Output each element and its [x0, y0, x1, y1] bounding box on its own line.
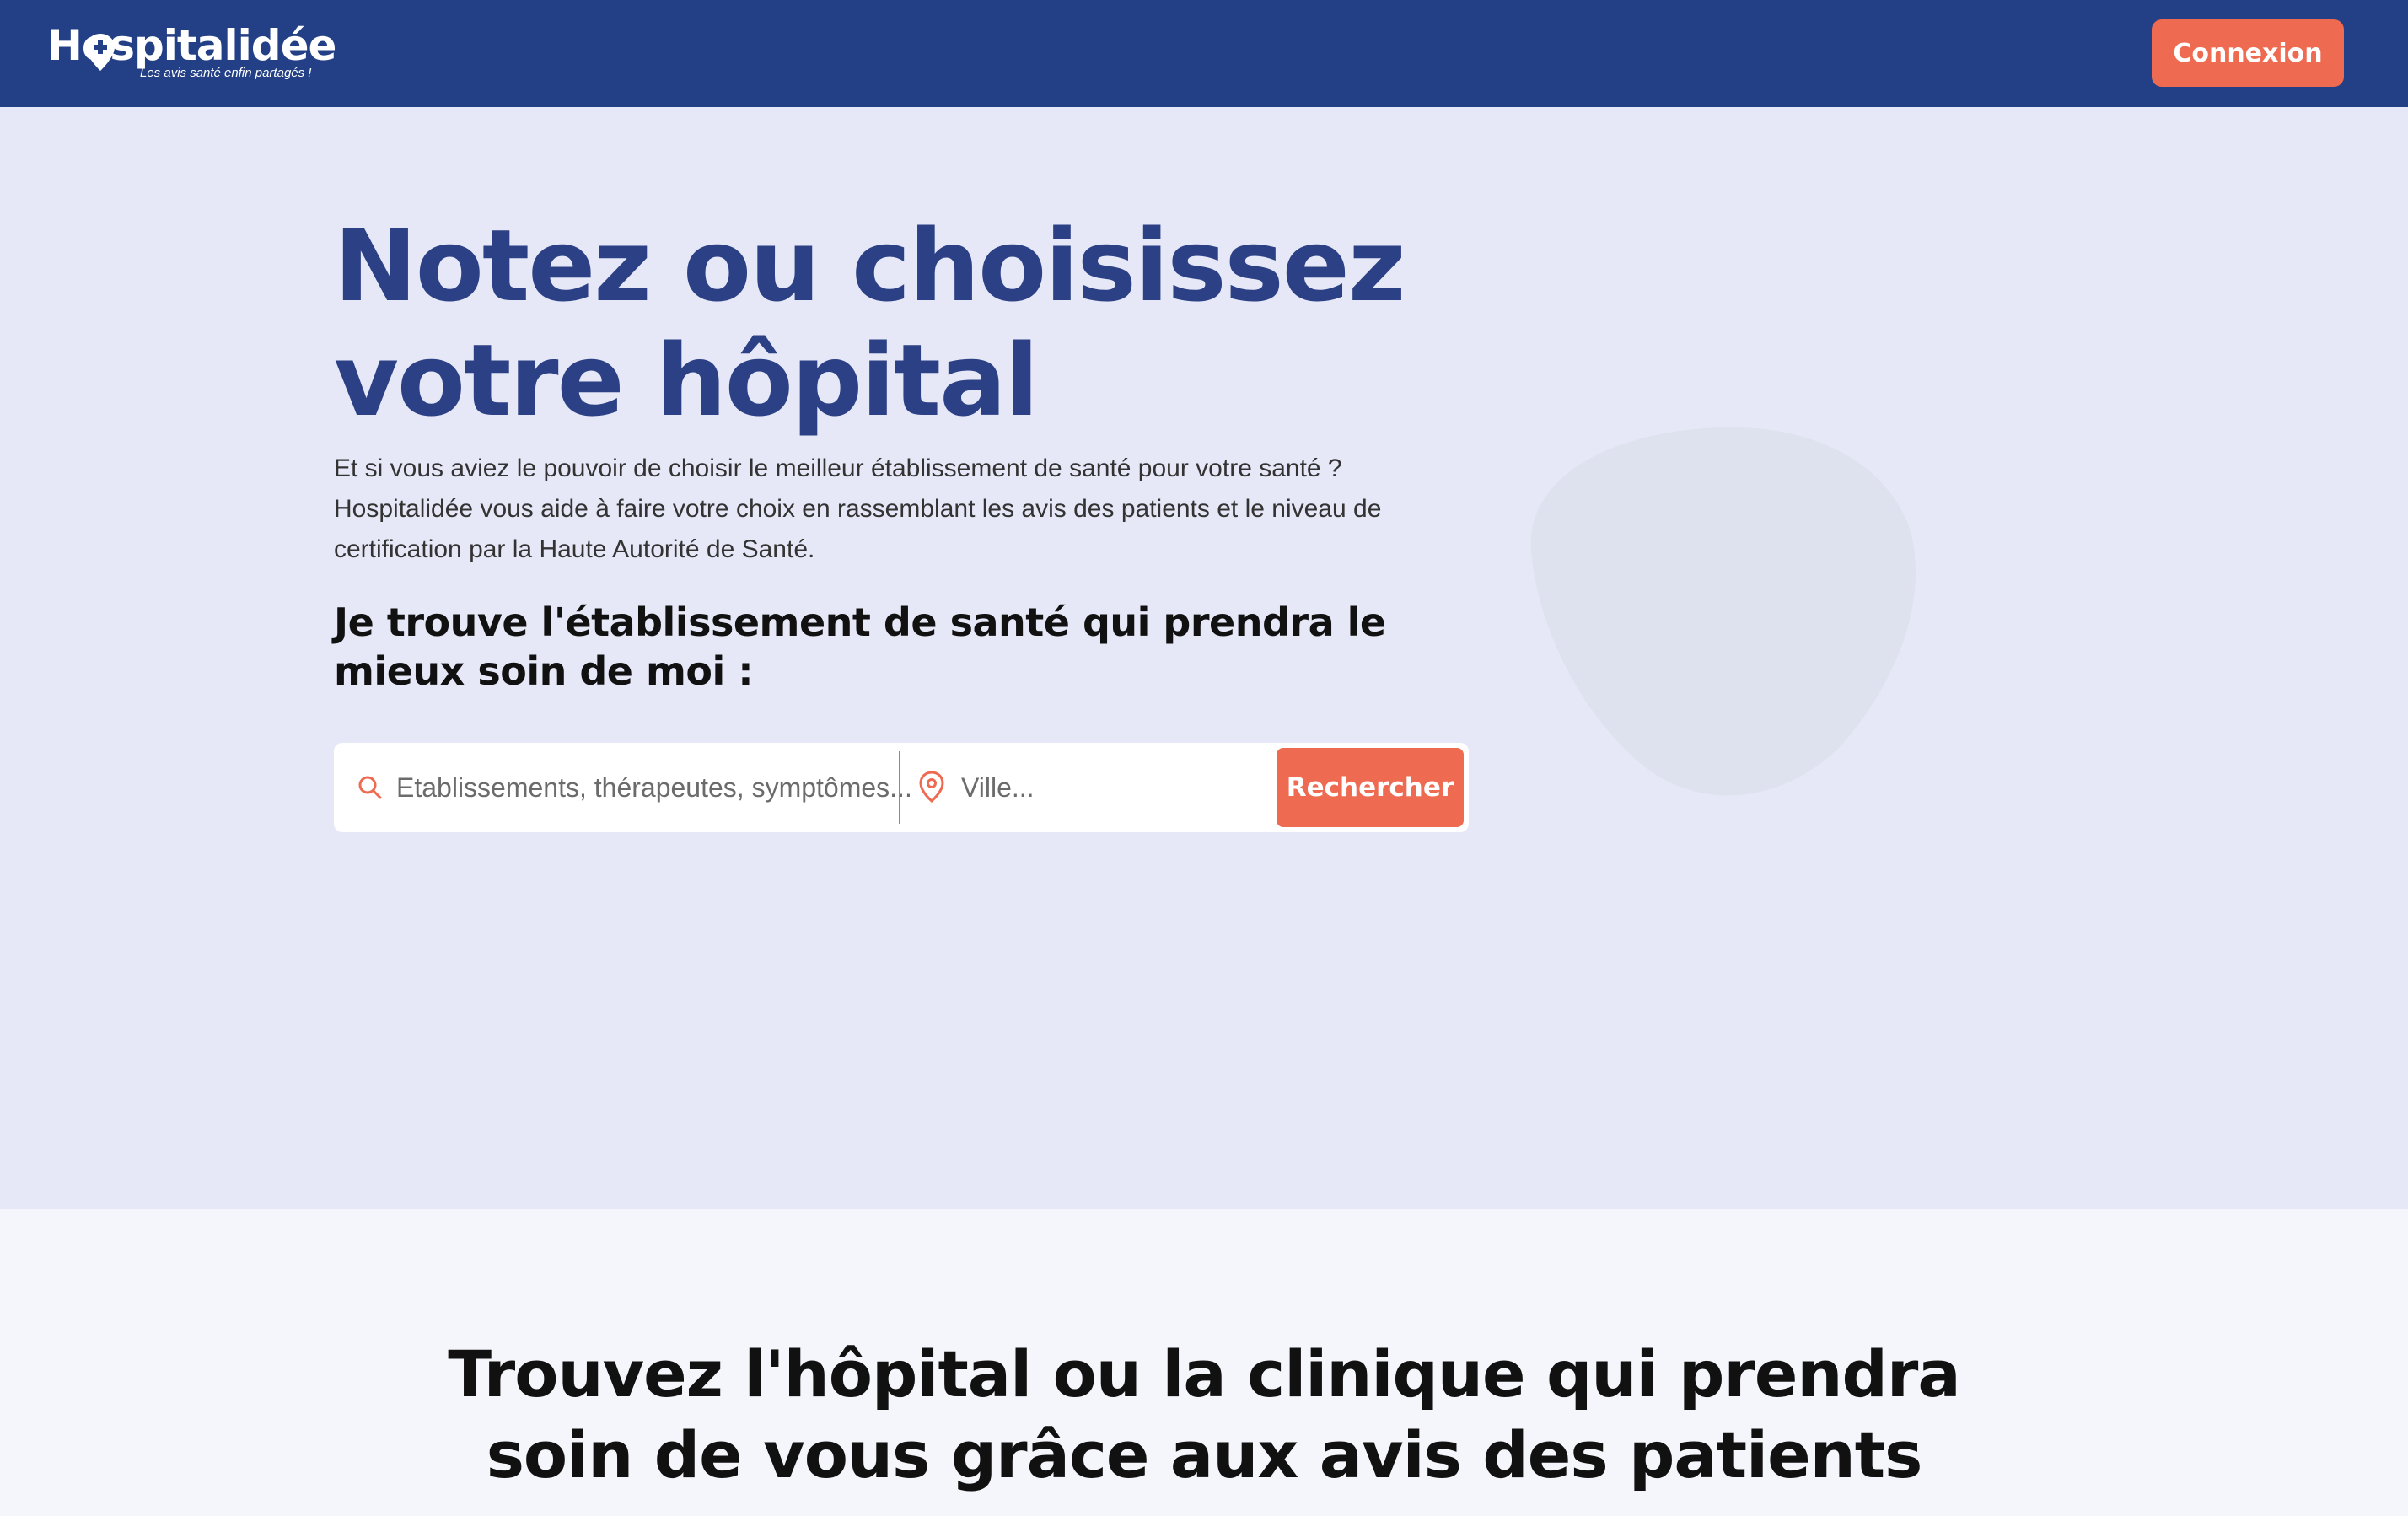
search-heading: Je trouve l'établissement de santé qui p…	[334, 599, 1386, 694]
hero-description: Et si vous aviez le pouvoir de choisir l…	[334, 454, 1382, 563]
reviews-title-line-2: soin de vous grâce aux avis des patients	[486, 1417, 1923, 1492]
hero-title-line-2: votre hôpital	[334, 322, 1039, 438]
hero-title-line-1: Notez ou choisissez	[334, 207, 1406, 324]
location-pin-icon	[919, 771, 944, 803]
reviews-title-line-1: Trouvez l'hôpital ou la clinique qui pre…	[448, 1336, 1960, 1411]
city-input[interactable]	[961, 758, 1265, 817]
search-bar: Rechercher	[334, 743, 1469, 832]
site-header: Hospitalidée Les avis santé enfin partag…	[0, 0, 2408, 107]
logo-pin-icon	[86, 34, 115, 71]
hero-title: Notez ou choisissez votre hôpital	[334, 208, 1430, 438]
reviews-section-title: Trouvez l'hôpital ou la clinique qui pre…	[361, 1334, 2047, 1496]
search-button[interactable]: Rechercher	[1277, 748, 1464, 827]
login-button[interactable]: Connexion	[2152, 19, 2344, 87]
search-icon	[358, 776, 382, 799]
reviews-section: Trouvez l'hôpital ou la clinique qui pre…	[0, 1209, 2408, 1516]
logo-tagline: Les avis santé enfin partagés !	[140, 66, 312, 80]
hero-section: Notez ou choisissez votre hôpital Et si …	[0, 107, 2408, 1209]
decorative-blob	[1530, 427, 1916, 796]
site-logo[interactable]: Hospitalidée Les avis santé enfin partag…	[47, 22, 336, 86]
search-divider	[899, 751, 900, 824]
